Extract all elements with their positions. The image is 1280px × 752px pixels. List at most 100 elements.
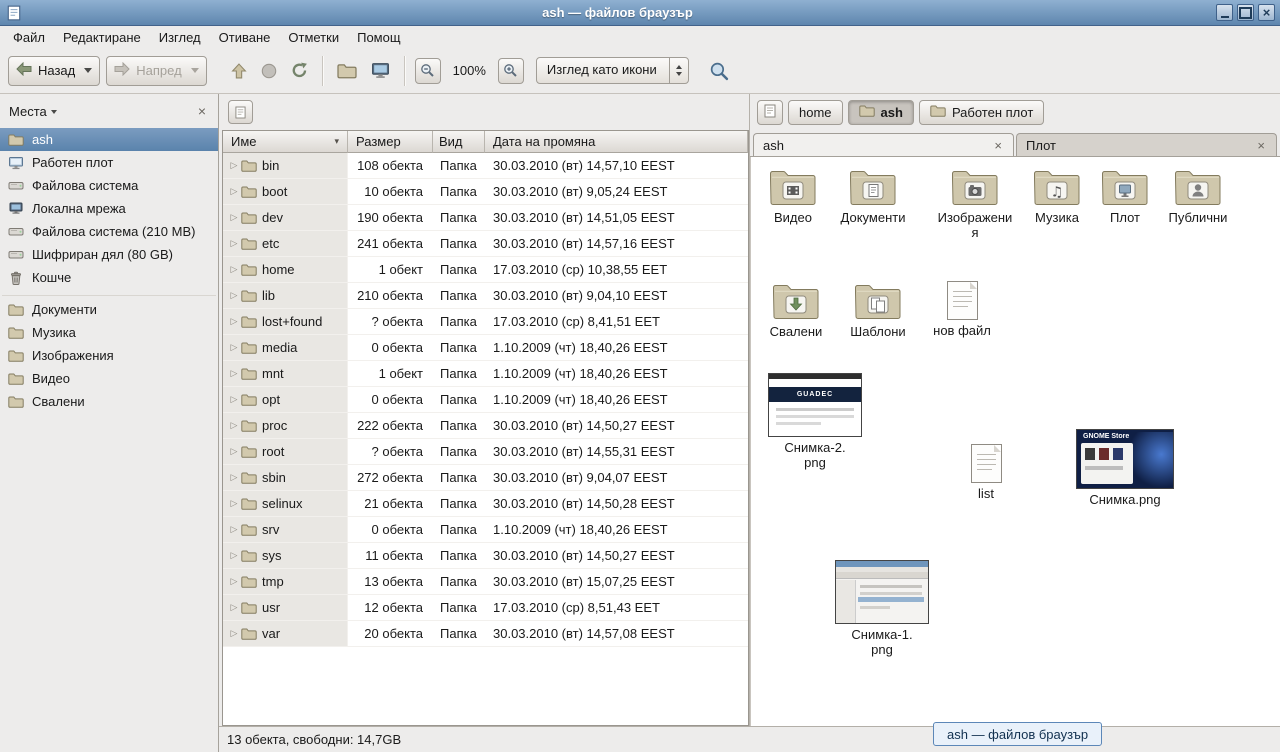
breadcrumb-button[interactable]: home [788, 100, 843, 125]
sidebar-item[interactable]: Документи [0, 298, 218, 321]
back-button[interactable]: Назад [8, 56, 100, 86]
sidebar-item[interactable]: Видео [0, 367, 218, 390]
column-header-type[interactable]: Вид [433, 131, 485, 153]
file-icon-item[interactable]: Документи [833, 167, 913, 225]
tab-close-icon[interactable] [992, 138, 1004, 153]
table-row[interactable]: sbin 272 обекта Папка 30.03.2010 (вт) 9,… [223, 465, 748, 491]
breadcrumb-button[interactable]: Работен плот [919, 100, 1044, 125]
expander-icon[interactable] [227, 212, 241, 223]
zoom-in-button[interactable] [498, 58, 524, 84]
table-row[interactable]: selinux 21 обекта Папка 30.03.2010 (вт) … [223, 491, 748, 517]
stop-button[interactable] [257, 59, 281, 83]
expander-icon[interactable] [227, 264, 241, 275]
expander-icon[interactable] [227, 420, 241, 431]
menu-item[interactable]: Отиване [210, 28, 280, 47]
forward-dropdown-icon[interactable] [191, 68, 199, 73]
expander-icon[interactable] [227, 186, 241, 197]
back-dropdown-icon[interactable] [84, 68, 92, 73]
sidebar-item[interactable]: Работен плот [0, 151, 218, 174]
sidebar-item[interactable]: Файлова система [0, 174, 218, 197]
expander-icon[interactable] [227, 316, 241, 327]
sidebar-item[interactable]: Локална мрежа [0, 197, 218, 220]
file-icon-item[interactable]: Публични [1158, 167, 1238, 225]
table-row[interactable]: proc 222 обекта Папка 30.03.2010 (вт) 14… [223, 413, 748, 439]
table-row[interactable]: sys 11 обекта Папка 30.03.2010 (вт) 14,5… [223, 543, 748, 569]
view-mode-select[interactable]: Изглед като икони [536, 57, 689, 84]
tab[interactable]: ash [753, 133, 1014, 156]
sidebar-item[interactable]: ash [0, 128, 218, 151]
sidebar-item[interactable]: Свалени [0, 390, 218, 413]
column-header-date[interactable]: Дата на промяна [485, 131, 748, 153]
menu-item[interactable]: Помощ [348, 28, 409, 47]
file-icon-item[interactable]: Снимка-1.png [833, 560, 931, 657]
tab[interactable]: Плот [1016, 133, 1277, 156]
breadcrumb-button[interactable]: ash [848, 100, 914, 125]
expander-icon[interactable] [227, 238, 241, 249]
file-icon-item[interactable]: list [946, 444, 1026, 501]
file-icon-item[interactable]: нов файл [922, 281, 1002, 338]
column-header-name[interactable]: Име ▾ [223, 131, 348, 153]
tab-close-icon[interactable] [1255, 138, 1267, 153]
column-header-size[interactable]: Размер [348, 131, 433, 153]
expander-icon[interactable] [227, 524, 241, 535]
expander-icon[interactable] [227, 160, 241, 171]
table-row[interactable]: home 1 обект Папка 17.03.2010 (ср) 10,38… [223, 257, 748, 283]
expander-icon[interactable] [227, 342, 241, 353]
maximize-button[interactable] [1237, 4, 1254, 21]
sidebar-item[interactable]: Кошче [0, 266, 218, 289]
expander-icon[interactable] [227, 498, 241, 509]
table-row[interactable]: opt 0 обекта Папка 1.10.2009 (чт) 18,40,… [223, 387, 748, 413]
table-row[interactable]: dev 190 обекта Папка 30.03.2010 (вт) 14,… [223, 205, 748, 231]
menu-item[interactable]: Редактиране [54, 28, 150, 47]
expander-icon[interactable] [227, 628, 241, 639]
expander-icon[interactable] [227, 368, 241, 379]
close-button[interactable] [1258, 4, 1275, 21]
sidebar-item[interactable] [0, 289, 218, 298]
sidebar-mode-select[interactable]: Места [9, 104, 57, 119]
file-icon-item[interactable]: Изображения [931, 167, 1019, 240]
table-row[interactable]: etc 241 обекта Папка 30.03.2010 (вт) 14,… [223, 231, 748, 257]
table-row[interactable]: var 20 обекта Папка 30.03.2010 (вт) 14,5… [223, 621, 748, 647]
window-list-button[interactable]: ash — файлов браузър [933, 722, 1102, 746]
table-row[interactable]: root ? обекта Папка 30.03.2010 (вт) 14,5… [223, 439, 748, 465]
file-icon-item[interactable]: Плот [1085, 167, 1165, 225]
zoom-out-button[interactable] [415, 58, 441, 84]
expander-icon[interactable] [227, 576, 241, 587]
table-row[interactable]: usr 12 обекта Папка 17.03.2010 (ср) 8,51… [223, 595, 748, 621]
up-button[interactable] [227, 59, 251, 83]
expander-icon[interactable] [227, 446, 241, 457]
table-row[interactable]: lost+found ? обекта Папка 17.03.2010 (ср… [223, 309, 748, 335]
sidebar-item[interactable]: Музика [0, 321, 218, 344]
menu-item[interactable]: Файл [4, 28, 54, 47]
expander-icon[interactable] [227, 290, 241, 301]
sidebar-close-icon[interactable]: × [195, 104, 209, 118]
table-row[interactable]: mnt 1 обект Папка 1.10.2009 (чт) 18,40,2… [223, 361, 748, 387]
menu-item[interactable]: Изглед [150, 28, 210, 47]
file-icon-item[interactable]: Шаблони [838, 281, 918, 339]
breadcrumb-button[interactable] [757, 100, 783, 125]
file-icon-item[interactable]: GUADEC Снимка-2.png [766, 373, 864, 470]
file-icon-item[interactable]: Видео [753, 167, 833, 225]
sidebar-item[interactable]: Файлова система (210 MB) [0, 220, 218, 243]
table-row[interactable]: boot 10 обекта Папка 30.03.2010 (вт) 9,0… [223, 179, 748, 205]
expander-icon[interactable] [227, 472, 241, 483]
forward-button[interactable]: Напред [106, 56, 206, 86]
spinner-arrows-icon[interactable] [669, 58, 688, 83]
sidebar-item[interactable]: Шифриран дял (80 GB) [0, 243, 218, 266]
search-button[interactable] [705, 57, 733, 85]
expander-icon[interactable] [227, 394, 241, 405]
table-row[interactable]: lib 210 обекта Папка 30.03.2010 (вт) 9,0… [223, 283, 748, 309]
computer-button[interactable] [367, 58, 394, 83]
location-button[interactable] [228, 100, 253, 124]
file-icon-item[interactable]: GNOME Store Снимка.png [1075, 429, 1175, 507]
table-row[interactable]: media 0 обекта Папка 1.10.2009 (чт) 18,4… [223, 335, 748, 361]
table-row[interactable]: srv 0 обекта Папка 1.10.2009 (чт) 18,40,… [223, 517, 748, 543]
reload-button[interactable] [287, 58, 312, 83]
menu-item[interactable]: Отметки [279, 28, 348, 47]
expander-icon[interactable] [227, 550, 241, 561]
file-icon-item[interactable]: Свалени [756, 281, 836, 339]
table-row[interactable]: tmp 13 обекта Папка 30.03.2010 (вт) 15,0… [223, 569, 748, 595]
home-button[interactable] [333, 58, 361, 83]
sidebar-item[interactable]: Изображения [0, 344, 218, 367]
expander-icon[interactable] [227, 602, 241, 613]
